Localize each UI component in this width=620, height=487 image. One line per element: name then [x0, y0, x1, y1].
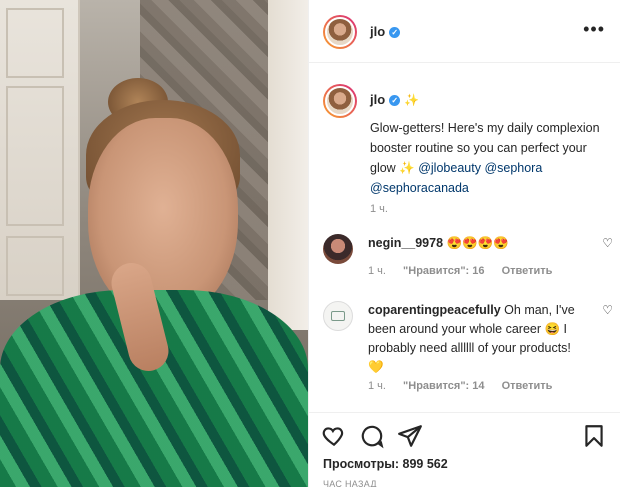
- caption-timestamp[interactable]: 1 ч.: [370, 203, 388, 215]
- verified-badge-icon: ✓: [389, 27, 401, 38]
- comment-timestamp[interactable]: 1 ч.: [368, 265, 386, 277]
- post-timestamp[interactable]: ЧАС НАЗАД: [323, 479, 377, 487]
- comment-item: negin__9978 😍😍😍😍 ♡ 1 ч. "Нравится": 16 О…: [323, 234, 613, 284]
- post-media-video[interactable]: [0, 0, 308, 487]
- view-count[interactable]: Просмотры: 899 562: [323, 457, 448, 471]
- post-side-panel: jlo ✓ ••• jlo ✓ ✨ Glow-getters! Here's my d…: [308, 0, 620, 487]
- comment-text: negin__9978 😍😍😍😍: [368, 236, 509, 250]
- commenter-avatar[interactable]: [323, 234, 353, 264]
- commenter-avatar[interactable]: [323, 301, 353, 331]
- commenter-username[interactable]: coparentingpeacefully: [368, 303, 501, 317]
- more-options-icon[interactable]: •••: [583, 20, 605, 38]
- comment-like-heart-icon[interactable]: ♡: [602, 236, 613, 250]
- caption-author-username[interactable]: jlo ✓ ✨: [370, 92, 419, 107]
- post-actions: Просмотры: 899 562 ЧАС НАЗАД: [309, 412, 620, 487]
- comment-likes-count[interactable]: "Нравится": 14: [403, 380, 484, 392]
- comment-icon[interactable]: [359, 423, 385, 449]
- share-icon[interactable]: [397, 423, 423, 449]
- comment-likes-count[interactable]: "Нравится": 16: [403, 265, 484, 277]
- face: [88, 118, 238, 318]
- comment-text: coparentingpeacefully Oh man, I've been …: [368, 303, 575, 374]
- reply-button[interactable]: Ответить: [502, 265, 553, 277]
- sparkle-emoji: ✨: [404, 93, 420, 107]
- comment-meta: 1 ч. "Нравится": 16 Ответить: [368, 265, 566, 277]
- post-caption: Glow-getters! Here's my daily complexion…: [370, 121, 600, 195]
- background-cabinet: [0, 0, 80, 300]
- mention-jlobeauty[interactable]: @jlobeauty: [418, 161, 481, 175]
- bookmark-icon[interactable]: [581, 423, 607, 449]
- comment-item: coparentingpeacefully Oh man, I've been …: [323, 301, 613, 401]
- background-wall: [268, 0, 308, 330]
- mention-sephoracanada[interactable]: @sephoracanada: [370, 181, 469, 195]
- caption-author-avatar[interactable]: [323, 84, 357, 118]
- comment-timestamp[interactable]: 1 ч.: [368, 380, 386, 392]
- commenter-username[interactable]: negin__9978: [368, 236, 443, 250]
- comment-meta: 1 ч. "Нравится": 14 Ответить: [368, 380, 566, 392]
- comment-like-heart-icon[interactable]: ♡: [602, 303, 613, 317]
- mention-sephora[interactable]: @sephora: [484, 161, 542, 175]
- post-header: jlo ✓ •••: [309, 0, 620, 63]
- heart-icon[interactable]: [321, 423, 347, 449]
- verified-badge-icon: ✓: [389, 95, 401, 106]
- reply-button[interactable]: Ответить: [502, 380, 553, 392]
- author-avatar[interactable]: [323, 15, 357, 49]
- author-username[interactable]: jlo ✓: [370, 24, 401, 39]
